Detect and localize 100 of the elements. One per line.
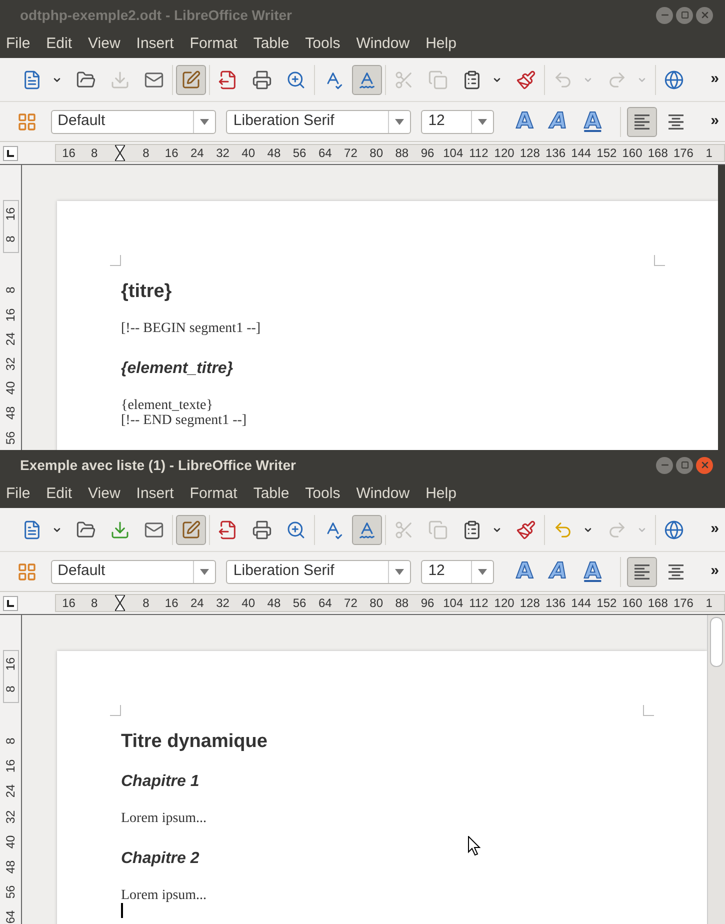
ruler-number: 80	[368, 595, 384, 612]
ruler-number: 80	[368, 145, 384, 162]
ruler-number: 168	[646, 595, 669, 612]
document-paragraph: [!-- BEGIN segment1 --]	[121, 321, 261, 336]
ruler-number: 64	[317, 145, 333, 162]
dropdown-field[interactable]: Liberation Serif	[226, 560, 412, 584]
ruler-number: 152	[596, 595, 618, 612]
document-paragraph: [!-- END segment1 --]	[121, 413, 247, 428]
ruler-number: 112	[468, 595, 490, 612]
ruler-number: 112	[468, 145, 490, 162]
menu-item[interactable]: File	[6, 32, 30, 56]
document-heading: Chapitre 1	[121, 772, 200, 792]
document-paragraph: Lorem ipsum...	[121, 811, 207, 826]
ruler-number: 48	[2, 406, 18, 420]
more-tools-button[interactable]: »	[710, 68, 719, 91]
ruler-number: 48	[266, 595, 282, 612]
menu-item[interactable]: Table	[253, 32, 290, 56]
menu-item[interactable]: View	[88, 482, 120, 506]
ruler-number: 144	[570, 595, 592, 612]
ruler-number: 104	[442, 145, 464, 162]
ruler-number: 24	[189, 595, 205, 612]
ruler-number: 16	[61, 145, 76, 162]
document-title: {titre}	[121, 280, 172, 304]
dropdown-value: Default	[56, 111, 106, 132]
ruler-number: 144	[570, 145, 592, 162]
ruler-number: 8	[2, 236, 18, 243]
ruler-number: 72	[343, 595, 358, 612]
menu-item[interactable]: Help	[426, 32, 456, 56]
dropdown-field[interactable]: Liberation Serif	[226, 110, 412, 134]
window-title: Exemple avec liste (1) - LibreOffice Writer	[20, 456, 297, 475]
ruler-number: 152	[596, 145, 618, 162]
dropdown-field[interactable]: Default	[50, 110, 216, 134]
ruler-number: 168	[646, 145, 669, 162]
menu-item[interactable]: Window	[356, 482, 410, 506]
ruler-number: 120	[493, 595, 516, 612]
more-tools-button[interactable]: »	[710, 110, 719, 133]
menu-item[interactable]: File	[6, 482, 30, 506]
ruler-number: 24	[189, 145, 205, 162]
dropdown-field[interactable]: 12	[421, 560, 494, 584]
ruler-number: 48	[266, 145, 282, 162]
ruler-number: 24	[2, 332, 18, 346]
ruler-number: 16	[2, 657, 18, 670]
dropdown-value: 12	[427, 561, 446, 582]
menu-item[interactable]: Edit	[46, 482, 72, 506]
ruler-number: 72	[343, 145, 358, 162]
menu-item[interactable]: Format	[190, 482, 238, 506]
ruler-number: 40	[240, 595, 256, 612]
dropdown-value: Liberation Serif	[232, 561, 336, 582]
ruler-number: 16	[164, 595, 180, 612]
ruler-number: 40	[2, 835, 18, 848]
ruler-number: 136	[544, 145, 566, 162]
ruler-number: 32	[2, 357, 18, 371]
ruler-number: 88	[394, 145, 410, 162]
document-title: Titre dynamique	[121, 730, 268, 754]
ruler-number: 40	[240, 145, 256, 162]
menu-item[interactable]: Format	[190, 32, 238, 56]
ruler-number: 64	[2, 910, 18, 924]
ruler-number: 24	[2, 784, 18, 798]
menu-item[interactable]: Tools	[305, 482, 340, 506]
ruler-number: 16	[61, 595, 76, 612]
ruler-number: 104	[442, 595, 464, 612]
ruler-number: 32	[215, 595, 230, 612]
ruler-number: 1	[704, 595, 714, 612]
menu-item[interactable]: Insert	[136, 32, 174, 56]
ruler-number: 40	[2, 382, 18, 396]
ruler-number: 96	[420, 145, 436, 162]
menu-item[interactable]: Help	[426, 482, 456, 506]
ruler-number: 16	[164, 145, 180, 162]
more-tools-button[interactable]: »	[710, 560, 719, 583]
more-tools-button[interactable]: »	[710, 518, 719, 541]
dropdown-field[interactable]: 12	[421, 110, 494, 134]
ruler-number: 176	[672, 145, 694, 162]
ruler-number: 8	[2, 738, 18, 744]
dropdown-value: Default	[56, 561, 106, 582]
menu-item[interactable]: Edit	[46, 32, 72, 56]
dropdown-value: 12	[427, 111, 446, 132]
menu-item[interactable]: View	[88, 32, 120, 56]
menu-item[interactable]: Insert	[136, 482, 174, 506]
ruler-number: 128	[518, 595, 541, 612]
ruler-number: 16	[2, 308, 18, 322]
ruler-number: 32	[215, 145, 230, 162]
document-heading: Chapitre 2	[121, 849, 200, 869]
ruler-number: 136	[544, 595, 566, 612]
menu-item[interactable]: Tools	[305, 32, 340, 56]
ruler-number: 176	[672, 595, 694, 612]
ruler-number: 8	[90, 595, 99, 612]
dropdown-value: Liberation Serif	[232, 111, 336, 132]
menu-item[interactable]: Window	[356, 32, 410, 56]
ruler-number: 8	[2, 686, 18, 693]
dropdown-field[interactable]: Default	[50, 560, 216, 584]
ruler-number: 88	[394, 595, 410, 612]
ruler-number: 32	[2, 810, 18, 824]
ruler-number: 8	[142, 145, 150, 162]
ruler-number: 128	[518, 145, 541, 162]
ruler-number: 64	[317, 595, 333, 612]
ruler-number: 8	[2, 286, 18, 294]
menu-item[interactable]: Table	[253, 482, 290, 506]
ruler-number: 56	[2, 430, 18, 444]
ruler-number: 16	[2, 760, 18, 773]
document-paragraph: Lorem ipsum...	[121, 888, 207, 903]
